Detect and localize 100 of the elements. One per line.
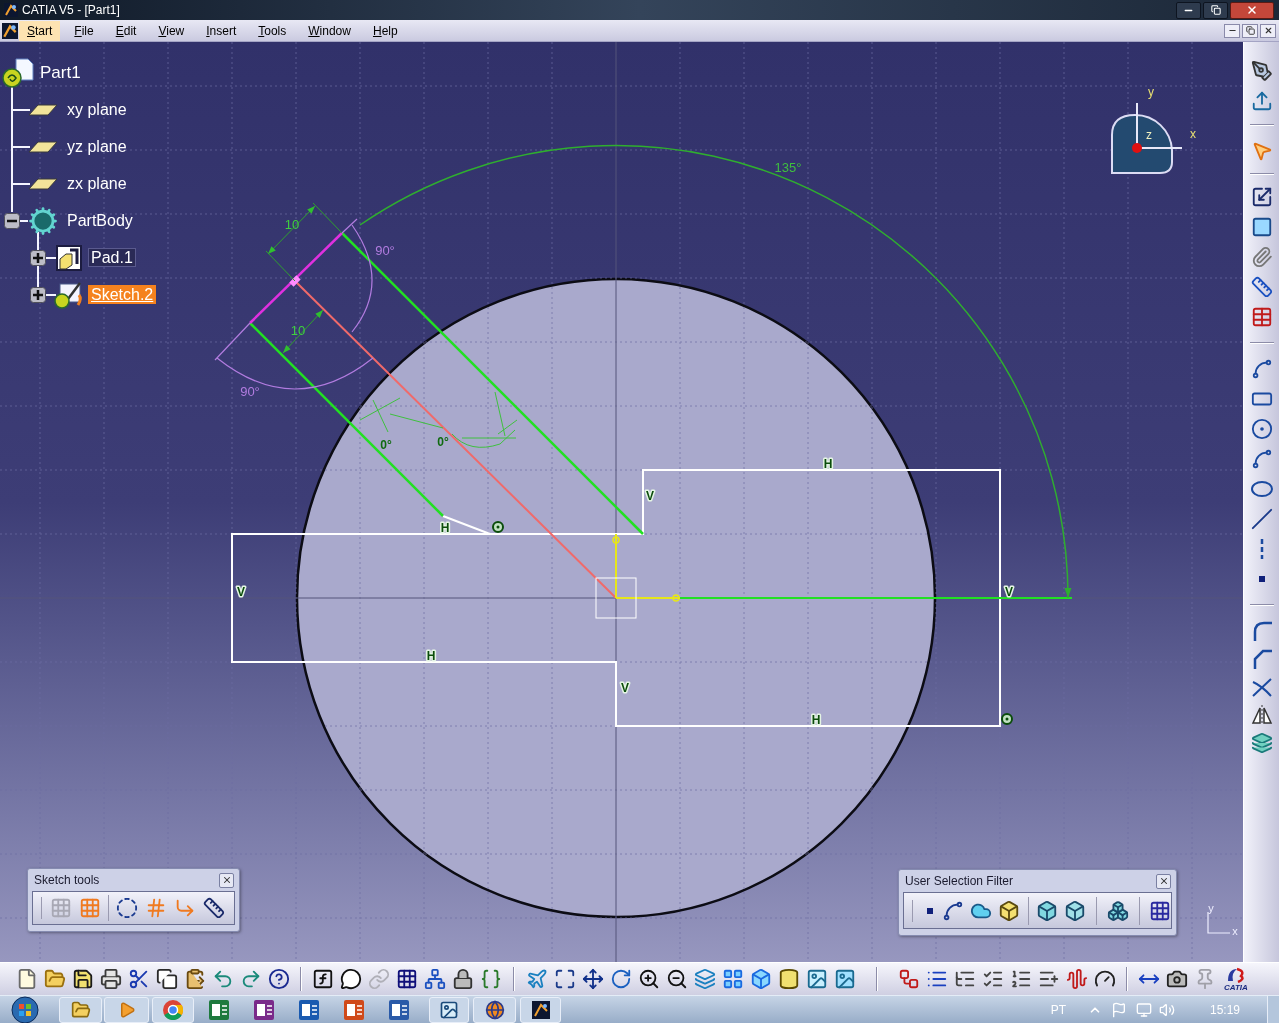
menu-item[interactable]: File — [66, 20, 102, 41]
clipboard-icon[interactable] — [184, 968, 206, 990]
length-dimension-label: 10 — [290, 323, 306, 338]
menu-item[interactable]: Tools — [250, 20, 295, 41]
tree-item[interactable]: Part1 — [37, 61, 84, 83]
airplane-icon[interactable] — [526, 968, 548, 990]
menu-item[interactable]: View — [150, 20, 193, 41]
folder-icon[interactable] — [44, 968, 66, 990]
plane-icon — [28, 140, 58, 153]
scaling-icon[interactable] — [1250, 186, 1273, 208]
rotate-arrow-icon[interactable] — [610, 968, 632, 990]
layers-icon[interactable] — [694, 968, 716, 990]
image-icon[interactable] — [806, 968, 828, 990]
cube-icon[interactable] — [1036, 899, 1058, 922]
undo-arrow-icon[interactable] — [212, 968, 234, 990]
tree-item[interactable]: PartBody — [64, 210, 136, 230]
concentric-icon — [492, 521, 504, 533]
point-icon[interactable] — [1258, 576, 1265, 582]
ellipse-icon[interactable] — [1250, 478, 1273, 500]
cube-icon[interactable] — [997, 899, 1020, 922]
ordered-list-icon[interactable] — [1010, 968, 1032, 990]
camera-icon[interactable] — [1166, 968, 1188, 990]
tree-diagram-icon[interactable] — [424, 968, 446, 990]
close-button[interactable] — [219, 872, 234, 888]
tree-item[interactable]: xy plane — [64, 99, 130, 119]
menu-item[interactable]: Edit — [107, 20, 145, 41]
cubes-icon[interactable] — [1106, 899, 1129, 922]
layers-icon[interactable] — [1250, 732, 1273, 754]
pen-nib-icon[interactable] — [1250, 60, 1273, 82]
tree-item[interactable]: Pad.1 — [88, 247, 136, 267]
move-arrows-icon[interactable] — [582, 968, 604, 990]
line-icon[interactable] — [1250, 508, 1273, 530]
cube-icon[interactable] — [750, 968, 772, 990]
ruler-icon[interactable] — [203, 897, 225, 919]
flow-diagram-icon[interactable] — [898, 968, 920, 990]
plus-icon[interactable] — [30, 286, 46, 303]
lock-icon[interactable] — [452, 968, 474, 990]
taskbar-button[interactable] — [429, 996, 469, 1023]
menu-item[interactable]: Window — [300, 20, 359, 41]
scissors-icon[interactable] — [128, 968, 150, 990]
copy-icon[interactable] — [156, 968, 178, 990]
close-button[interactable] — [1260, 23, 1276, 38]
angle-dimension-label: 135° — [774, 160, 802, 175]
angle-constraint-label: 0° — [380, 438, 392, 452]
dashed-circle-icon[interactable] — [116, 897, 138, 919]
plus-icon[interactable] — [30, 249, 46, 266]
waveform-icon[interactable] — [1066, 968, 1088, 990]
table-icon[interactable] — [1250, 306, 1273, 328]
menu-item[interactable]: Start — [19, 20, 61, 41]
document-app-icon[interactable] — [388, 999, 409, 1020]
point-icon[interactable] — [927, 907, 933, 914]
table-grid-icon[interactable] — [396, 968, 418, 990]
minimize-button[interactable] — [1176, 1, 1201, 19]
help-icon[interactable] — [268, 968, 290, 990]
circle-dot-icon[interactable] — [1250, 418, 1273, 440]
upload-icon[interactable] — [1250, 90, 1273, 112]
restore-button[interactable] — [1203, 1, 1228, 19]
ruler-icon[interactable] — [1250, 276, 1273, 298]
angle-constraint-label: 0° — [437, 435, 449, 449]
close-button[interactable] — [1230, 1, 1274, 19]
function-icon[interactable] — [312, 968, 334, 990]
cylinder-icon[interactable] — [778, 968, 800, 990]
restore-icon — [1210, 5, 1221, 15]
image-icon[interactable] — [834, 968, 856, 990]
mirror-icon[interactable] — [1250, 704, 1273, 726]
image-icon — [439, 999, 459, 1020]
notebook-app-icon[interactable] — [253, 999, 274, 1020]
toolbar-title: User Selection Filter — [905, 873, 1014, 890]
spreadsheet-app-icon[interactable] — [208, 999, 229, 1020]
taskbar-button[interactable] — [520, 996, 561, 1023]
close-button[interactable] — [1156, 873, 1171, 889]
crossing-lines-icon[interactable] — [1250, 676, 1273, 698]
curve-icon[interactable] — [941, 899, 964, 922]
zoom-in-icon[interactable] — [638, 968, 660, 990]
start-orb-icon[interactable] — [11, 995, 39, 1023]
speech-bubble-icon[interactable] — [340, 968, 362, 990]
braces-icon[interactable] — [480, 968, 502, 990]
minimize-button[interactable] — [1224, 23, 1240, 38]
close-icon — [1158, 876, 1169, 886]
mail-app-icon[interactable] — [298, 999, 319, 1020]
four-panes-icon[interactable] — [722, 968, 744, 990]
file-icon[interactable] — [16, 968, 38, 990]
tree-item[interactable]: zx plane — [64, 173, 130, 193]
spline-icon[interactable] — [1250, 448, 1273, 470]
grid-icon[interactable] — [1149, 899, 1171, 922]
tree-item[interactable]: yz plane — [64, 136, 130, 156]
taskbar-button[interactable] — [473, 996, 516, 1023]
menu-item[interactable]: Help — [364, 20, 406, 41]
cube-icon[interactable] — [1064, 899, 1086, 922]
expand-corners-icon[interactable] — [554, 968, 576, 990]
presentation-app-icon[interactable] — [343, 999, 364, 1020]
zoom-out-icon[interactable] — [666, 968, 688, 990]
printer-icon[interactable] — [100, 968, 122, 990]
minus-icon[interactable] — [4, 212, 20, 229]
spline-icon[interactable] — [1250, 358, 1273, 380]
app-logo-icon — [531, 1000, 550, 1019]
square-icon[interactable] — [1250, 216, 1273, 238]
menu-item[interactable]: Insert — [198, 20, 245, 41]
paperclip-icon[interactable] — [1250, 246, 1273, 268]
redo-arrow-icon[interactable] — [240, 968, 262, 990]
